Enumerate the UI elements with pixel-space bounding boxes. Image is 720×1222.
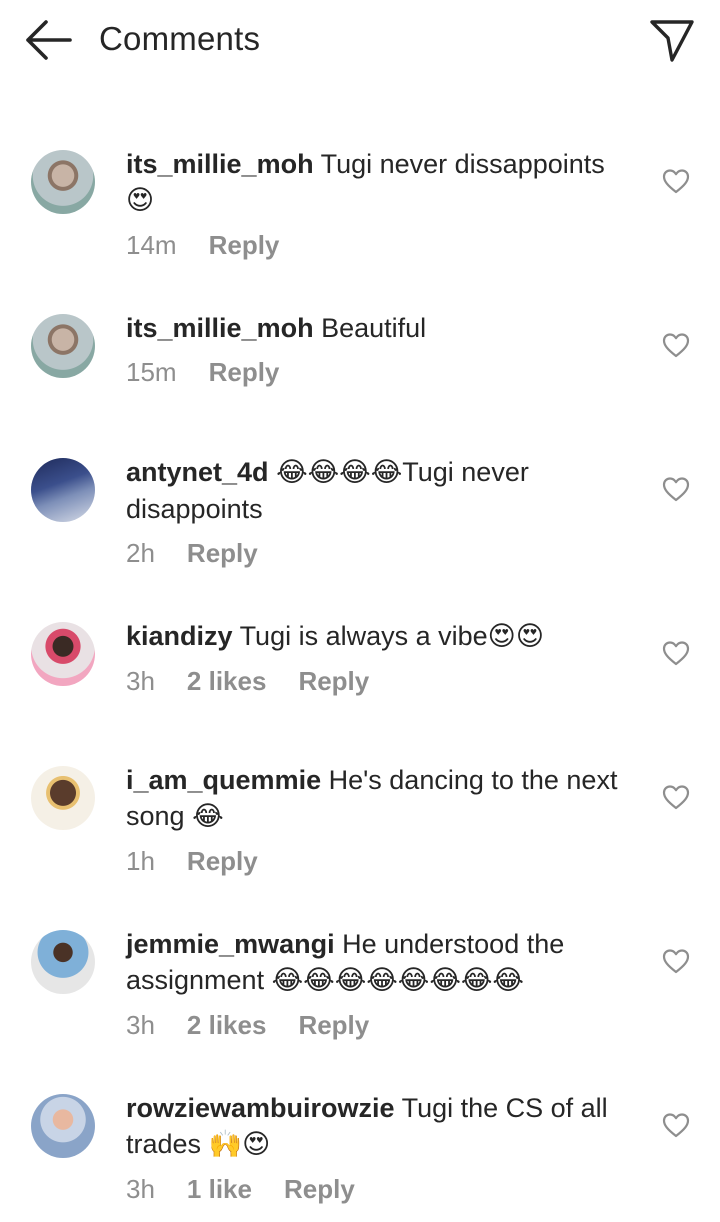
avatar[interactable] <box>31 766 95 830</box>
comment-time: 15m <box>126 357 177 387</box>
page-title: Comments <box>99 20 261 57</box>
comment-meta: 14m Reply <box>126 229 646 261</box>
avatar[interactable] <box>31 622 95 686</box>
reply-button[interactable]: Reply <box>284 1174 355 1204</box>
laughing-emoji: 😂😂😂😂 <box>276 457 403 488</box>
comment-meta: 3h 1 like Reply <box>126 1173 646 1205</box>
comment-text: i_am_quemmie He's dancing to the next so… <box>126 762 646 835</box>
comment-text: antynet_4d 😂😂😂😂Tugi never disappoints <box>126 454 646 527</box>
back-button[interactable] <box>22 18 74 62</box>
avatar[interactable] <box>31 930 95 994</box>
send-icon <box>650 20 694 62</box>
comment-message: Beautiful <box>321 313 427 343</box>
comment-text: its_millie_moh Tugi never dissappoints 😍 <box>126 146 646 219</box>
reply-button[interactable]: Reply <box>298 1010 369 1040</box>
comment-username[interactable]: its_millie_moh <box>126 149 314 179</box>
comment-username[interactable]: i_am_quemmie <box>126 765 321 795</box>
reply-button[interactable]: Reply <box>209 357 280 387</box>
comment-meta: 15m Reply <box>126 356 646 388</box>
avatar[interactable] <box>31 150 95 214</box>
comment-time: 2h <box>126 538 155 568</box>
comment-text: kiandizy Tugi is always a vibe😍😍 <box>126 618 646 655</box>
comment-meta: 2h Reply <box>126 537 646 569</box>
comment-meta: 3h 2 likes Reply <box>126 1009 646 1041</box>
reply-button[interactable]: Reply <box>187 846 258 876</box>
reply-button[interactable]: Reply <box>298 666 369 696</box>
header-bar: Comments <box>0 0 720 82</box>
comment-username[interactable]: antynet_4d <box>126 457 269 487</box>
comment-message: Tugi is always a vibe <box>239 621 488 651</box>
like-heart-icon[interactable] <box>662 1112 690 1138</box>
like-heart-icon[interactable] <box>662 168 690 194</box>
comment-time: 14m <box>126 230 177 260</box>
laughing-emoji: 😂😂😂😂😂😂😂😂 <box>271 965 524 996</box>
laughing-emoji: 😂 <box>192 801 224 832</box>
like-heart-icon[interactable] <box>662 332 690 358</box>
avatar[interactable] <box>31 458 95 522</box>
comment-time: 3h <box>126 1010 155 1040</box>
comment-username[interactable]: rowziewambuirowzie <box>126 1093 395 1123</box>
comment-time: 3h <box>126 666 155 696</box>
comment-username[interactable]: jemmie_mwangi <box>126 929 335 959</box>
heart-eyes-emoji: 😍 <box>126 185 155 216</box>
comment-text: rowziewambuirowzie Tugi the CS of all tr… <box>126 1090 646 1163</box>
share-button[interactable] <box>646 14 698 66</box>
arrow-left-icon <box>26 20 72 60</box>
avatar[interactable] <box>31 314 95 378</box>
heart-eyes-emoji: 😍😍 <box>487 621 544 652</box>
like-heart-icon[interactable] <box>662 640 690 666</box>
likes-count[interactable]: 1 like <box>187 1174 252 1204</box>
likes-count[interactable]: 2 likes <box>187 1010 267 1040</box>
reply-button[interactable]: Reply <box>209 230 280 260</box>
comment-message: Tugi never dissappoints <box>320 149 605 179</box>
comment-text: jemmie_mwangi He understood the assignme… <box>126 926 646 999</box>
comment-meta: 3h 2 likes Reply <box>126 665 646 697</box>
comment-username[interactable]: kiandizy <box>126 621 233 651</box>
comment-text: its_millie_moh Beautiful <box>126 310 646 346</box>
like-heart-icon[interactable] <box>662 476 690 502</box>
avatar[interactable] <box>31 1094 95 1158</box>
reply-button[interactable]: Reply <box>187 538 258 568</box>
comment-time: 3h <box>126 1174 155 1204</box>
like-heart-icon[interactable] <box>662 784 690 810</box>
comment-time: 1h <box>126 846 155 876</box>
raised-hands-emoji: 🙌😍 <box>208 1129 271 1160</box>
comment-meta: 1h Reply <box>126 845 646 877</box>
likes-count[interactable]: 2 likes <box>187 666 267 696</box>
comment-username[interactable]: its_millie_moh <box>126 313 314 343</box>
like-heart-icon[interactable] <box>662 948 690 974</box>
